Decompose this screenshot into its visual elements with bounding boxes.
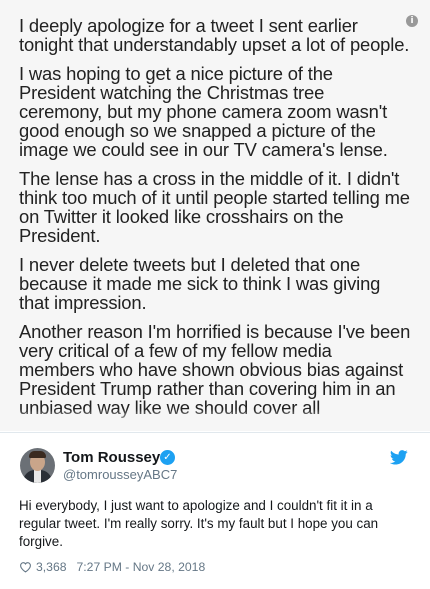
tweet-meta: 3,368 7:27 PM - Nov 28, 2018 (19, 560, 205, 574)
note-paragraph: The lense has a cross in the middle of i… (19, 168, 410, 246)
tweet-card[interactable]: Tom Roussey ✓ @tomrousseyABC7 Hi everybo… (0, 432, 430, 589)
tweet-text: Hi everybody, I just want to apologize a… (19, 498, 379, 549)
author-name[interactable]: Tom Roussey (63, 449, 160, 466)
avatar-shirt (34, 470, 41, 483)
verified-badge-icon: ✓ (160, 450, 175, 465)
note-paragraph: I was hoping to get a nice picture of th… (19, 63, 388, 160)
heart-icon[interactable] (19, 561, 32, 573)
like-count[interactable]: 3,368 (36, 560, 67, 574)
avatar[interactable] (20, 448, 55, 483)
note-paragraph: I never delete tweets but I deleted that… (19, 254, 381, 313)
tweet-timestamp[interactable]: 7:27 PM - Nov 28, 2018 (77, 560, 206, 574)
image-fade (0, 409, 430, 431)
apology-note-image: I deeply apologize for a tweet I sent ea… (0, 0, 430, 431)
info-icon[interactable]: i (406, 15, 418, 27)
note-paragraph: I deeply apologize for a tweet I sent ea… (19, 15, 410, 55)
twitter-bird-icon[interactable] (390, 450, 408, 465)
author-handle[interactable]: @tomrousseyABC7 (63, 467, 177, 482)
avatar-hair (29, 451, 46, 458)
apology-note-text: I deeply apologize for a tweet I sent ea… (19, 16, 411, 427)
note-paragraph: Another reason I'm horrified is because … (19, 321, 411, 418)
